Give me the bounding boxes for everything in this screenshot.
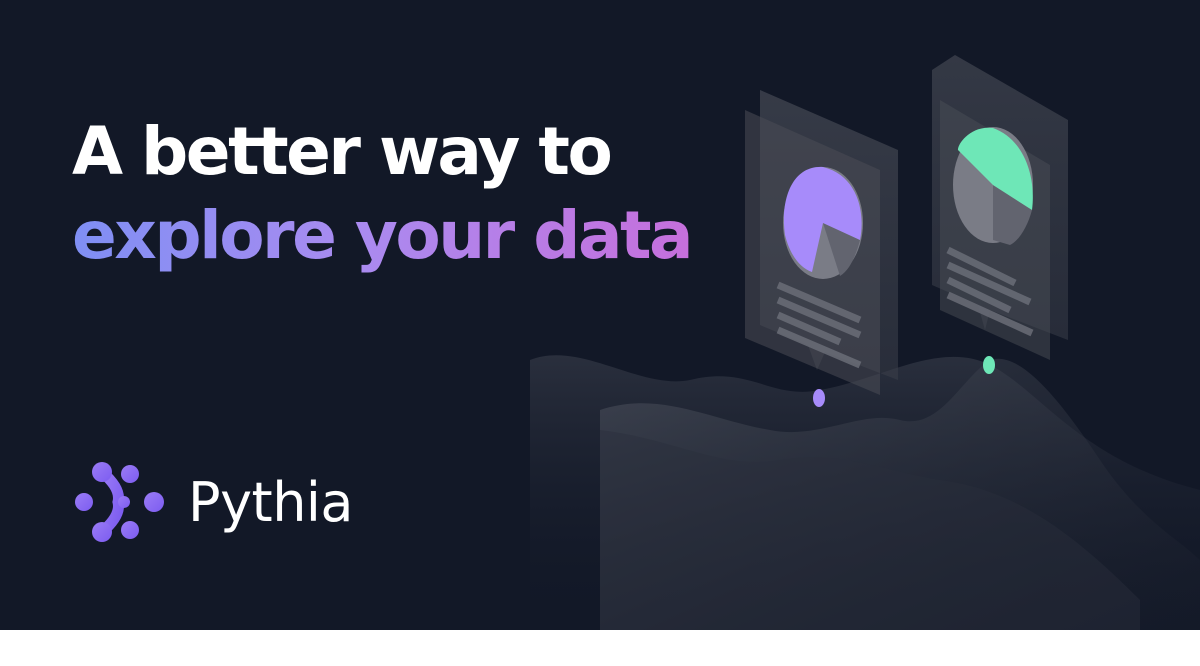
bottom-whitespace [0, 630, 1200, 666]
hero-banner: A better way to explore your data Pythia [0, 0, 1200, 630]
data-point-green [983, 356, 995, 374]
data-illustration [530, 55, 1200, 630]
terrain-hills [530, 355, 1200, 630]
chart-card-purple [745, 90, 898, 407]
brand-logo: Pythia [74, 460, 354, 544]
chart-card-green [932, 55, 1068, 374]
data-point-purple [813, 389, 825, 407]
brand-name: Pythia [188, 470, 354, 534]
pie-chart-purple [783, 166, 863, 279]
pythia-logo-icon [75, 462, 164, 542]
